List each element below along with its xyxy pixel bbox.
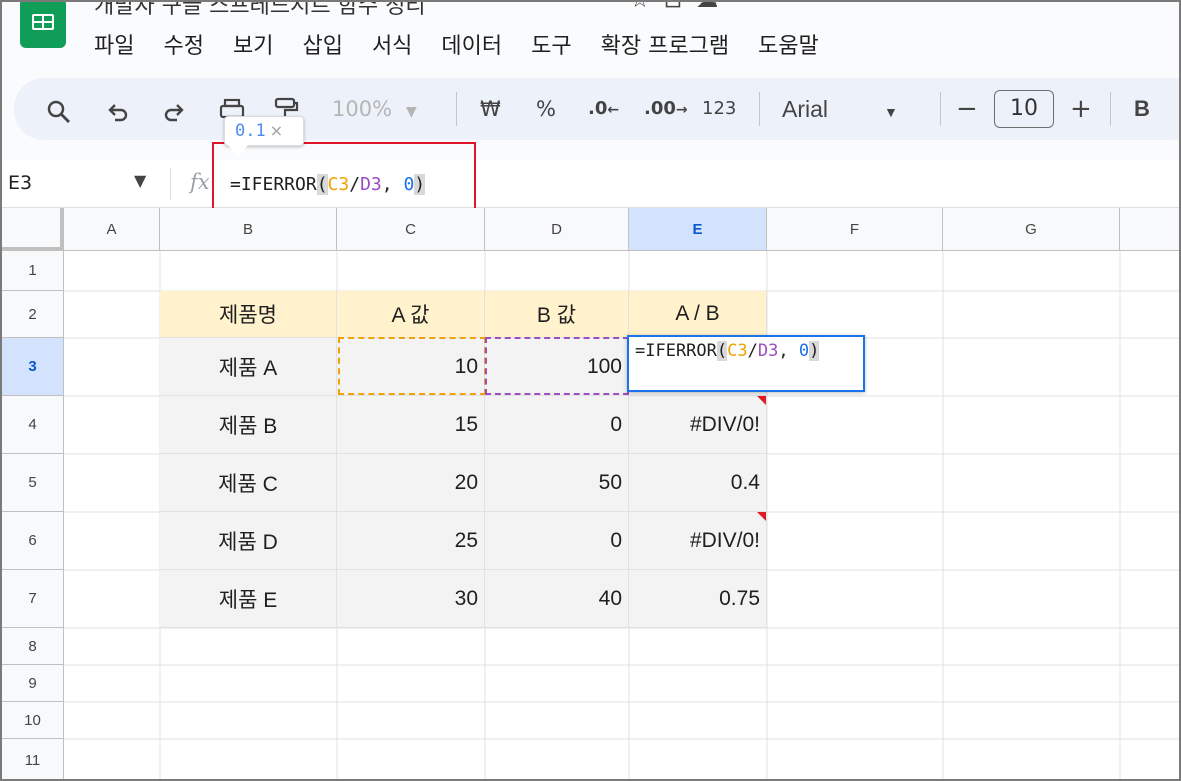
cell-b7[interactable]: 제품 E <box>160 570 337 628</box>
spreadsheet-grid: A B C D E F G 1 2 3 4 5 6 7 8 9 10 11 제품… <box>2 208 1179 779</box>
menu-insert[interactable]: 삽입 <box>302 28 342 60</box>
column-header-e[interactable]: E <box>629 208 767 251</box>
decrease-font-size-button[interactable]: − <box>956 94 978 124</box>
column-header-g[interactable]: G <box>943 208 1120 251</box>
formula-result-preview: 0.1 × <box>224 116 304 146</box>
reference-highlight-d3 <box>485 337 629 395</box>
column-header-b[interactable]: B <box>160 208 337 251</box>
menu-format[interactable]: 서식 <box>372 28 412 60</box>
cell-e2[interactable]: A / B <box>629 291 767 338</box>
sheets-window: 개발자 구글 스프레드시트 함수 정리 ☆⊡☁ 파일 수정 보기 삽입 서식 데… <box>0 0 1181 781</box>
menu-edit[interactable]: 수정 <box>163 28 203 60</box>
cell-b5[interactable]: 제품 C <box>160 454 337 512</box>
star-icon[interactable]: ☆ <box>630 2 664 13</box>
close-icon[interactable]: × <box>270 121 283 140</box>
move-icon[interactable]: ⊡ <box>664 2 696 13</box>
redo-icon[interactable] <box>162 98 186 128</box>
menu-help[interactable]: 도움말 <box>758 28 819 60</box>
cell-editor-e3[interactable]: =IFERROR(C3/D3, 0) <box>627 335 865 392</box>
sheets-logo-icon[interactable] <box>20 2 66 48</box>
row-header-3[interactable]: 3 <box>2 338 64 396</box>
cell-c6[interactable]: 25 <box>337 512 485 570</box>
cell-c7[interactable]: 30 <box>337 570 485 628</box>
row-header-10[interactable]: 10 <box>2 702 64 739</box>
column-header-d[interactable]: D <box>485 208 629 251</box>
row-header-11[interactable]: 11 <box>2 739 64 779</box>
row-header-4[interactable]: 4 <box>2 396 64 454</box>
cloud-status-icon[interactable]: ☁ <box>696 2 732 13</box>
currency-format-button[interactable]: ₩ <box>480 94 501 124</box>
row-header-5[interactable]: 5 <box>2 454 64 512</box>
name-box[interactable]: E3 <box>8 172 32 194</box>
cell-e7[interactable]: 0.75 <box>629 570 767 628</box>
bold-button[interactable]: B <box>1134 94 1150 124</box>
menu-data[interactable]: 데이터 <box>441 28 502 60</box>
font-family-select[interactable]: Arial ▼ <box>782 94 898 124</box>
cell-c5[interactable]: 20 <box>337 454 485 512</box>
font-caret-icon: ▼ <box>884 104 898 120</box>
reference-highlight-c3 <box>338 337 486 395</box>
row-header-8[interactable]: 8 <box>2 628 64 665</box>
cell-e5[interactable]: 0.4 <box>629 454 767 512</box>
fx-icon: fx <box>190 170 210 194</box>
cell-d6[interactable]: 0 <box>485 512 629 570</box>
row-header-6[interactable]: 6 <box>2 512 64 570</box>
select-all-corner[interactable] <box>2 208 64 251</box>
column-header-c[interactable]: C <box>337 208 485 251</box>
title-action-icons: ☆⊡☁ <box>630 2 732 13</box>
row-header-1[interactable]: 1 <box>2 251 64 291</box>
error-value: #DIV/0! <box>689 528 760 552</box>
row-header-9[interactable]: 9 <box>2 665 64 702</box>
zoom-caret-icon: ▼ <box>406 104 417 120</box>
cell-b4[interactable]: 제품 B <box>160 396 337 454</box>
menu-view[interactable]: 보기 <box>233 28 273 60</box>
cell-d2[interactable]: B 값 <box>485 291 629 338</box>
search-icon[interactable] <box>46 97 72 127</box>
formula-bar: E3 ▼ fx =IFERROR(C3/D3, 0) <box>2 160 1179 208</box>
menu-bar: 파일 수정 보기 삽입 서식 데이터 도구 확장 프로그램 도움말 <box>94 28 848 60</box>
cell-c2[interactable]: A 값 <box>337 291 485 338</box>
menu-tools[interactable]: 도구 <box>531 28 571 60</box>
cell-e6[interactable]: #DIV/0! <box>629 512 767 570</box>
row-header-7[interactable]: 7 <box>2 570 64 628</box>
name-box-caret-icon[interactable]: ▼ <box>134 171 146 190</box>
undo-icon[interactable] <box>106 98 130 128</box>
menu-extensions[interactable]: 확장 프로그램 <box>601 28 729 60</box>
arrow-left-icon: ← <box>607 102 620 118</box>
error-value: #DIV/0! <box>689 412 760 436</box>
font-size-input[interactable]: 10 <box>994 90 1054 128</box>
cell-c4[interactable]: 15 <box>337 396 485 454</box>
row-header-2[interactable]: 2 <box>2 291 64 338</box>
cell-b2[interactable]: 제품명 <box>160 291 337 338</box>
more-formats-button[interactable]: 123 <box>702 94 736 124</box>
arrow-right-icon: → <box>675 102 688 118</box>
increase-font-size-button[interactable]: + <box>1070 94 1092 124</box>
menu-file[interactable]: 파일 <box>94 28 134 60</box>
toolbar: 100% ▼ ₩ % .0← .00→ 123 Arial ▼ − 10 + B <box>14 78 1179 140</box>
decrease-decimal-button[interactable]: .0← <box>588 94 619 124</box>
zoom-select[interactable]: 100% ▼ <box>332 94 417 124</box>
document-title[interactable]: 개발자 구글 스프레드시트 함수 정리 <box>94 2 426 20</box>
column-header-a[interactable]: A <box>64 208 160 251</box>
column-header-f[interactable]: F <box>767 208 943 251</box>
cell-b3[interactable]: 제품 A <box>160 338 337 396</box>
percent-format-button[interactable]: % <box>536 94 556 124</box>
error-indicator-icon[interactable] <box>757 396 766 405</box>
cell-d5[interactable]: 50 <box>485 454 629 512</box>
cell-d4[interactable]: 0 <box>485 396 629 454</box>
error-indicator-icon[interactable] <box>757 512 766 521</box>
cell-b6[interactable]: 제품 D <box>160 512 337 570</box>
cell-e4[interactable]: #DIV/0! <box>629 396 767 454</box>
column-header-h[interactable] <box>1120 208 1179 251</box>
increase-decimal-button[interactable]: .00→ <box>644 94 688 124</box>
cell-d7[interactable]: 40 <box>485 570 629 628</box>
